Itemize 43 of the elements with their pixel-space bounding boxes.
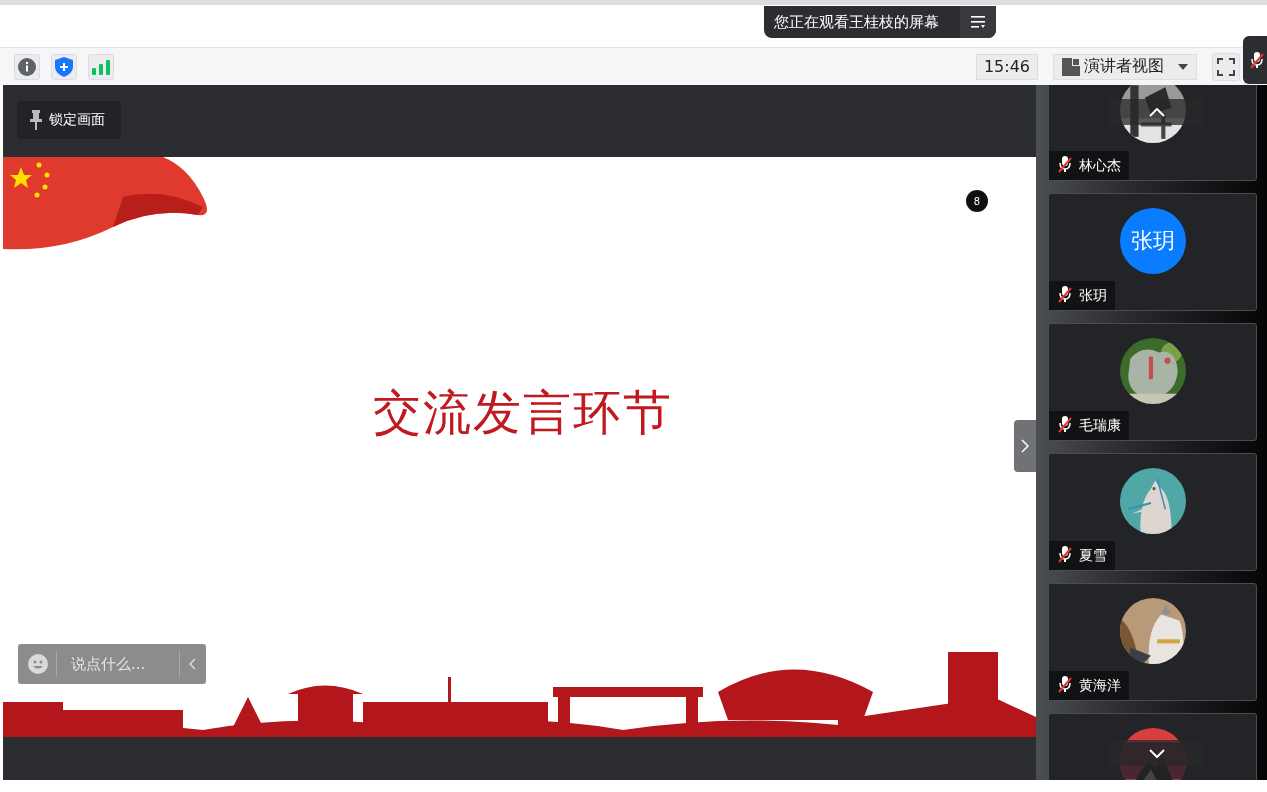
menu-button[interactable] xyxy=(960,6,996,38)
fullscreen-button[interactable] xyxy=(1212,52,1240,81)
chevron-up-icon xyxy=(1148,107,1165,117)
menu-icon xyxy=(971,16,985,28)
mute-button[interactable] xyxy=(1243,36,1267,84)
muted-mic-icon xyxy=(1057,285,1073,303)
chevron-left-icon xyxy=(188,658,196,670)
info-button[interactable] xyxy=(14,53,40,80)
fullscreen-icon xyxy=(1217,57,1235,76)
chevron-down-icon xyxy=(1148,748,1165,758)
muted-mic-icon xyxy=(1057,155,1073,173)
pin-icon xyxy=(29,110,43,130)
chevron-right-icon xyxy=(1021,439,1029,453)
participant-name: 黄海洋 xyxy=(1049,671,1129,700)
banner-text: 您正在观看王桂枝的屏幕 xyxy=(773,12,940,32)
participant-name: 林心杰 xyxy=(1049,151,1129,180)
shield-icon xyxy=(55,56,73,77)
chat-field[interactable]: 说点什么... xyxy=(18,644,206,684)
participant-tile[interactable]: 毛瑞康 xyxy=(1048,323,1257,441)
avatar: 张玥 xyxy=(1119,208,1186,274)
caret-icon xyxy=(1178,63,1188,70)
layout-icon xyxy=(1062,57,1080,76)
muted-mic-icon xyxy=(1057,415,1073,433)
view-mode-dropdown[interactable]: 演讲者视图 xyxy=(1053,53,1197,80)
lock-screen-button[interactable]: 锁定画面 xyxy=(17,101,121,139)
meeting-time: 15:46 xyxy=(976,53,1038,80)
participant-tile[interactable]: 黄海洋 xyxy=(1048,583,1257,701)
emoji-icon xyxy=(28,654,48,674)
participant-name: 夏雪 xyxy=(1049,541,1115,570)
collapse-panel-button[interactable] xyxy=(1014,420,1036,472)
signal-button[interactable] xyxy=(88,53,114,80)
signal-icon xyxy=(92,58,110,75)
participant-name: 张玥 xyxy=(1049,281,1115,310)
participant-name: 毛瑞康 xyxy=(1049,411,1129,440)
security-button[interactable] xyxy=(51,53,77,80)
muted-mic-icon xyxy=(1057,675,1073,693)
participant-tile[interactable]: 张玥 张玥 xyxy=(1048,193,1257,311)
info-icon xyxy=(18,57,36,76)
page-badge: 8 xyxy=(966,190,988,212)
slide-title: 交流发言环节 xyxy=(373,383,673,442)
participant-tile[interactable]: 夏雪 xyxy=(1048,453,1257,571)
muted-mic-icon xyxy=(1249,51,1265,69)
muted-mic-icon xyxy=(1057,545,1073,563)
